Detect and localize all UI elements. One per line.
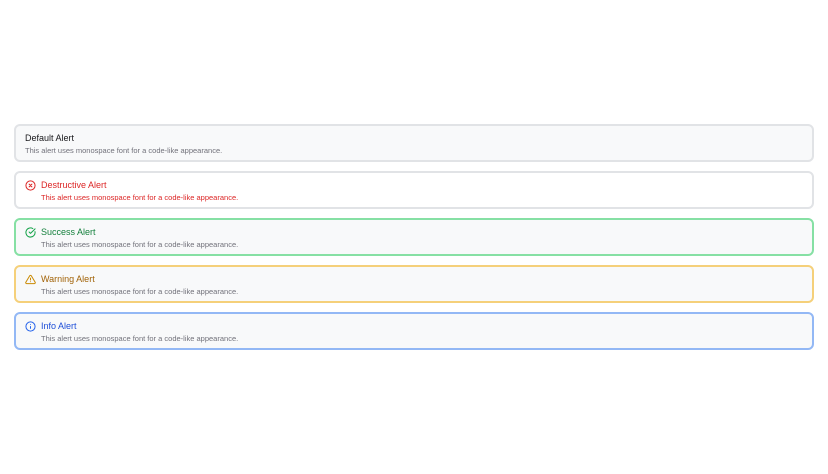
x-circle-icon	[25, 180, 36, 191]
alert-description: This alert uses monospace font for a cod…	[41, 334, 239, 343]
alert-description: This alert uses monospace font for a cod…	[41, 240, 239, 249]
alert-warning: Warning Alert This alert uses monospace …	[14, 265, 814, 303]
alert-title: Destructive Alert	[41, 180, 107, 190]
check-circle-icon	[25, 227, 36, 238]
alert-destructive: Destructive Alert This alert uses monosp…	[14, 171, 814, 209]
alert-info: Info Alert This alert uses monospace fon…	[14, 312, 814, 350]
warning-triangle-icon	[25, 274, 36, 285]
alert-title: Success Alert	[41, 227, 96, 237]
alert-default: Default Alert This alert uses monospace …	[14, 124, 814, 162]
alert-title: Warning Alert	[41, 274, 95, 284]
alert-description: This alert uses monospace font for a cod…	[41, 287, 239, 296]
alert-title: Info Alert	[41, 321, 77, 331]
alert-list: Default Alert This alert uses monospace …	[14, 124, 814, 359]
alert-title: Default Alert	[25, 133, 75, 143]
alert-success: Success Alert This alert uses monospace …	[14, 218, 814, 256]
alert-description: This alert uses monospace font for a cod…	[41, 193, 239, 202]
alert-description: This alert uses monospace font for a cod…	[25, 146, 223, 155]
info-circle-icon	[25, 321, 36, 332]
